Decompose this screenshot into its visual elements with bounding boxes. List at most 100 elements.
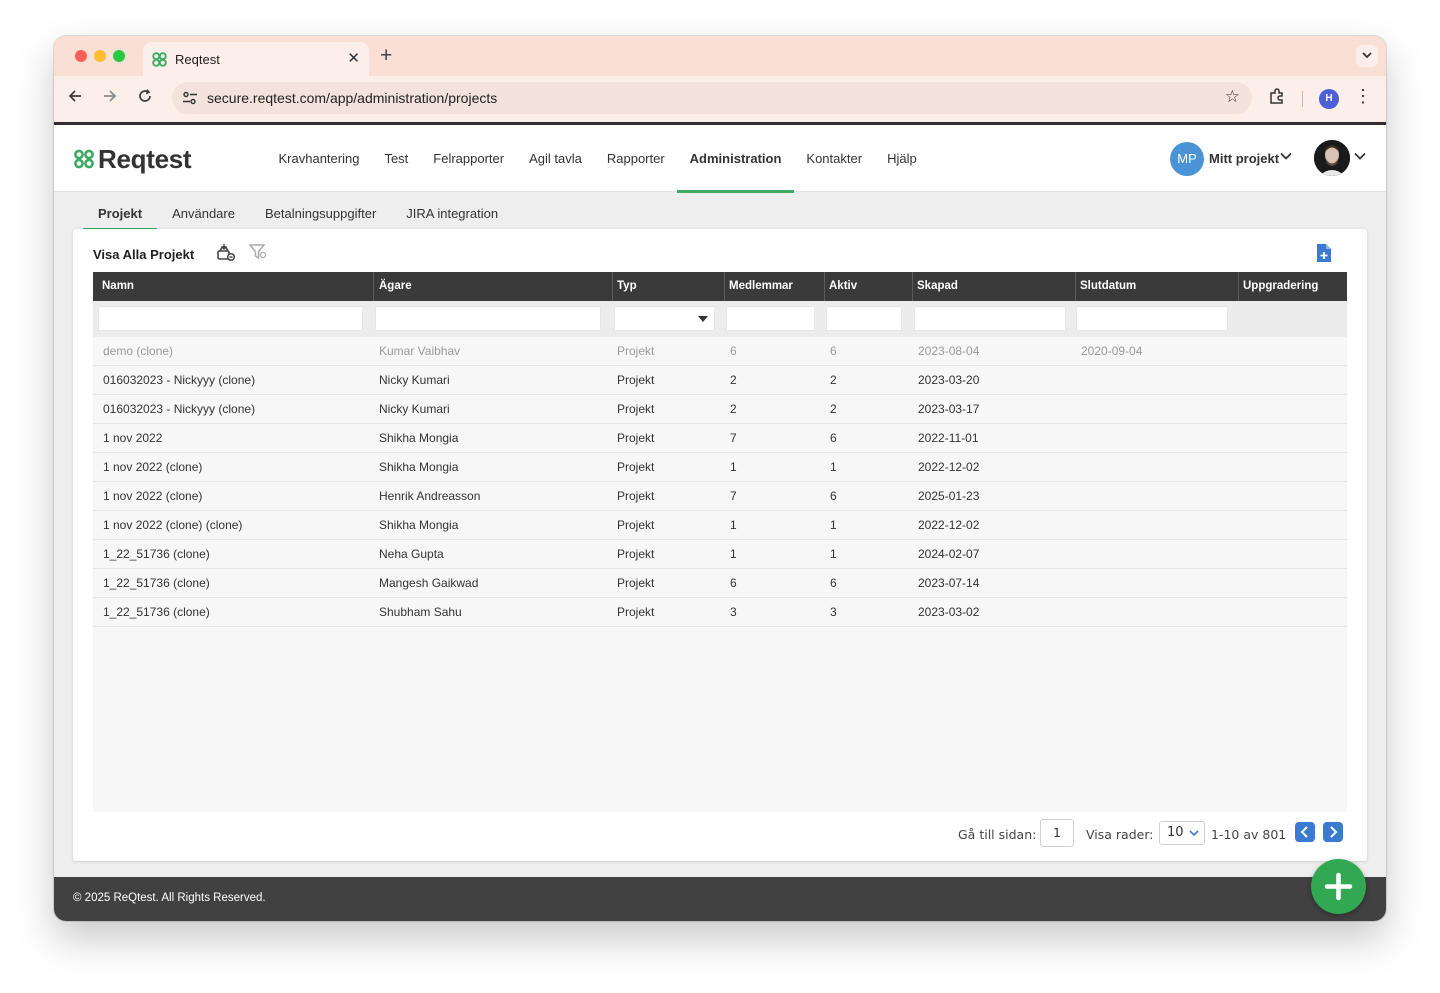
cell-skapad: 2022-11-01: [918, 431, 979, 445]
filter-row: [93, 301, 1347, 337]
subtab-projekt[interactable]: Projekt: [83, 205, 158, 231]
project-selector[interactable]: Mitt projekt: [1209, 151, 1279, 166]
filter-agare-input[interactable]: [375, 306, 601, 331]
table-row[interactable]: 1 nov 2022 (clone) (clone) Shikha Mongia P…: [93, 511, 1347, 540]
close-window-button[interactable]: [75, 50, 87, 62]
cell-medlemmar: 1: [730, 460, 737, 474]
tab-close-icon[interactable]: ✕: [347, 49, 360, 67]
next-page-button[interactable]: [1323, 822, 1343, 842]
add-button[interactable]: [1311, 859, 1366, 914]
table-row[interactable]: 016032023 - Nickyyy (clone) Nicky Kumari P…: [93, 366, 1347, 395]
filter-clear-icon[interactable]: [249, 243, 267, 261]
table-row[interactable]: 016032023 - Nickyyy (clone) Nicky Kumari P…: [93, 395, 1347, 424]
back-button[interactable]: [64, 87, 86, 109]
cell-medlemmar: 2: [730, 402, 737, 416]
nav-felrapporter[interactable]: Felrapporter: [421, 125, 517, 192]
column-header-uppgradering[interactable]: Uppgradering: [1239, 272, 1347, 301]
filter-aktiv-input[interactable]: [826, 306, 902, 331]
table-row[interactable]: 1_22_51736 (clone) Neha Gupta Projekt 1 1 202…: [93, 540, 1347, 569]
subtab-betalningsuppgifter[interactable]: Betalningsuppgifter: [250, 205, 391, 227]
table-row[interactable]: 1_22_51736 (clone) Shubham Sahu Projekt 3 3 2…: [93, 598, 1347, 627]
column-header-namn[interactable]: Namn: [93, 272, 374, 301]
export-projects-icon[interactable]: [216, 243, 236, 263]
cell-typ: Projekt: [617, 460, 655, 474]
column-header-typ[interactable]: Typ: [613, 272, 725, 301]
project-avatar[interactable]: MP: [1170, 142, 1204, 176]
filter-namn-input[interactable]: [98, 306, 363, 331]
extensions-icon[interactable]: [1267, 87, 1287, 107]
cell-slutdatum: [1071, 453, 1234, 481]
reload-button[interactable]: [134, 87, 156, 109]
column-header-agare[interactable]: Ägare: [374, 272, 613, 301]
nav-hjalp[interactable]: Hjälp: [875, 125, 930, 192]
cell-slutdatum: [1071, 511, 1234, 539]
cell-aktiv: 6: [830, 431, 837, 445]
rows-per-page-select[interactable]: 10: [1159, 821, 1205, 845]
column-header-medlemmar[interactable]: Medlemmar: [725, 272, 825, 301]
cell-typ: Projekt: [617, 605, 655, 619]
subtab-anvandare[interactable]: Användare: [157, 205, 250, 227]
nav-kravhantering[interactable]: Kravhantering: [266, 125, 372, 192]
cell-medlemmar: 1: [730, 547, 737, 561]
chevron-down-icon[interactable]: [1279, 149, 1293, 163]
address-bar[interactable]: secure.reqtest.com/app/administration/pr…: [172, 82, 1252, 114]
reqtest-favicon-icon: [152, 52, 167, 67]
site-settings-icon[interactable]: [181, 89, 199, 107]
table-row[interactable]: 1 nov 2022 (clone) Shikha Mongia Projekt 1 1…: [93, 453, 1347, 482]
reqtest-logo[interactable]: Reqtest: [73, 144, 192, 174]
browser-window: Reqtest ✕ + secure.reqtest.com/app/admin…: [54, 36, 1386, 921]
filter-slutdatum-input[interactable]: [1076, 306, 1228, 331]
nav-agil-tavla[interactable]: Agil tavla: [517, 125, 595, 192]
subtab-jira-integration[interactable]: JIRA integration: [391, 205, 513, 227]
cell-typ: Projekt: [617, 547, 655, 561]
new-tab-button[interactable]: +: [380, 44, 392, 68]
tab-search-button[interactable]: [1356, 45, 1378, 67]
cell-medlemmar: 7: [730, 431, 737, 445]
browser-menu-icon[interactable]: ⋮: [1354, 86, 1372, 107]
cell-aktiv: 1: [830, 518, 837, 532]
column-header-skapad[interactable]: Skapad: [913, 272, 1076, 301]
nav-administration[interactable]: Administration: [677, 125, 794, 193]
cell-uppgradering: [1234, 511, 1347, 539]
nav-kontakter[interactable]: Kontakter: [794, 125, 875, 192]
grid-header: Namn Ägare Typ Medlemmar Aktiv Skapad Sl…: [93, 272, 1347, 301]
maximize-window-button[interactable]: [113, 50, 125, 62]
user-avatar[interactable]: [1314, 140, 1350, 176]
filter-medlemmar-input[interactable]: [726, 306, 815, 331]
copyright-text: © 2025 ReQtest. All Rights Reserved.: [73, 892, 266, 904]
cell-namn: 1_22_51736 (clone): [103, 605, 210, 619]
reqtest-app: Reqtest Kravhantering Test Felrapporter …: [54, 122, 1386, 921]
cell-skapad: 2023-03-02: [918, 605, 980, 619]
cell-skapad: 2025-01-23: [918, 489, 980, 503]
projects-panel: Visa Alla Projekt Namn Ägare Typ Medlemm…: [73, 229, 1367, 861]
cell-agare: Mangesh Gaikwad: [379, 576, 479, 590]
minimize-window-button[interactable]: [94, 50, 106, 62]
cell-skapad: 2023-03-20: [918, 373, 980, 387]
table-row[interactable]: 1 nov 2022 Shikha Mongia Projekt 7 6 2022-11-…: [93, 424, 1347, 453]
table-row[interactable]: 1_22_51736 (clone) Mangesh Gaikwad Projekt…: [93, 569, 1347, 598]
cell-skapad: 2024-02-07: [918, 547, 980, 561]
column-header-slutdatum[interactable]: Slutdatum: [1076, 272, 1239, 301]
bookmark-star-icon[interactable]: ☆: [1225, 87, 1240, 107]
cell-uppgradering: [1234, 540, 1347, 568]
nav-test[interactable]: Test: [372, 125, 421, 192]
table-row[interactable]: demo (clone) Kumar Vaibhav Projekt 6 6 2023-0…: [93, 337, 1347, 366]
column-header-aktiv[interactable]: Aktiv: [825, 272, 913, 301]
browser-profile-avatar[interactable]: H: [1319, 89, 1339, 109]
add-file-icon[interactable]: [1316, 243, 1332, 263]
chevron-down-icon[interactable]: [1353, 149, 1367, 163]
rows-per-page-label: Visa rader:: [1086, 827, 1154, 842]
table-row[interactable]: 1 nov 2022 (clone) Henrik Andreasson Proje…: [93, 482, 1347, 511]
filter-typ-select[interactable]: [614, 306, 715, 331]
cell-agare: Nicky Kumari: [379, 402, 450, 416]
goto-page-input[interactable]: 1: [1040, 819, 1074, 847]
prev-page-button[interactable]: [1295, 822, 1315, 842]
cell-medlemmar: 1: [730, 518, 737, 532]
panel-title: Visa Alla Projekt: [93, 247, 195, 262]
cell-slutdatum: [1071, 395, 1234, 423]
forward-button[interactable]: [99, 87, 121, 109]
filter-skapad-input[interactable]: [914, 306, 1066, 331]
cell-uppgradering: [1234, 453, 1347, 481]
nav-rapporter[interactable]: Rapporter: [594, 125, 677, 192]
browser-tab[interactable]: Reqtest ✕: [143, 42, 369, 76]
